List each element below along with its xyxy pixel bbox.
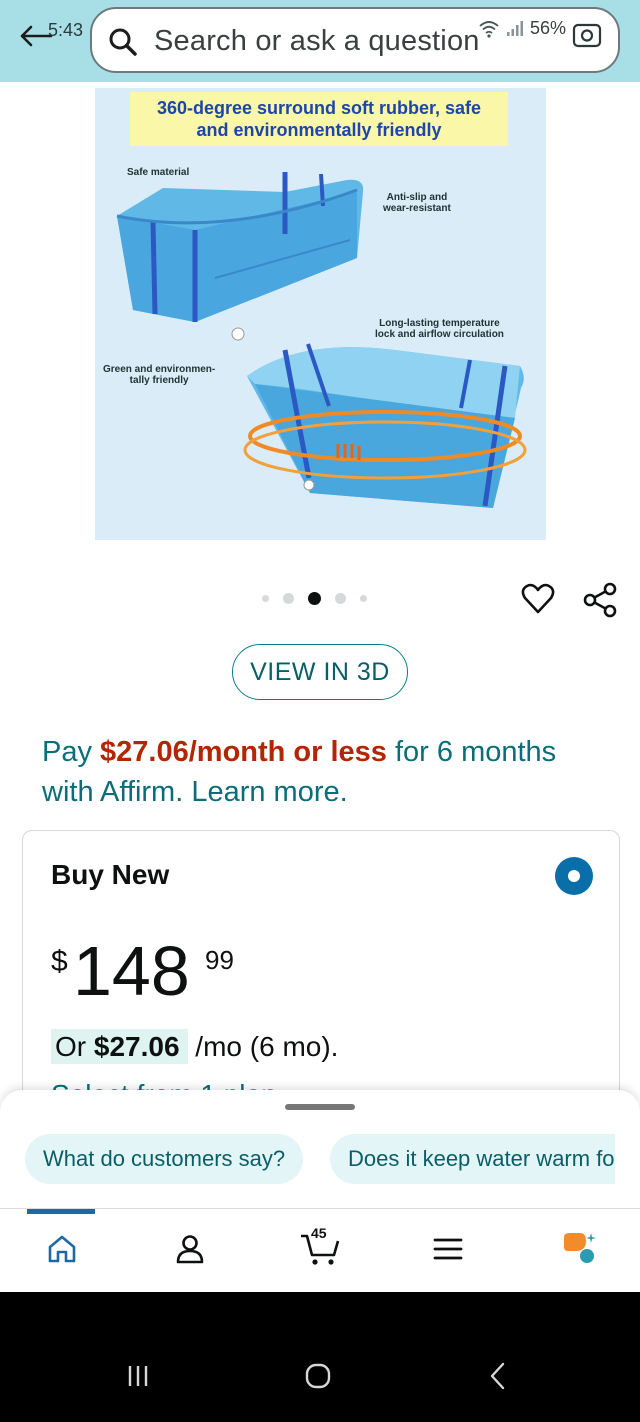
lens-icon[interactable] [572,22,602,48]
monthly-amount-highlight: Or $27.06 [51,1029,188,1064]
home-circle-icon [305,1363,331,1389]
monthly-amount: $27.06 [93,1031,180,1062]
rufus-icon [564,1233,596,1263]
header: 5:43 Search or ask a question 56% [0,0,640,82]
carousel-dot-active[interactable] [308,592,321,605]
back-system-button[interactable] [478,1356,518,1396]
system-nav-bar [0,1292,640,1422]
account-icon [176,1235,204,1264]
carousel-dot[interactable] [335,593,346,604]
nav-home[interactable] [40,1227,84,1271]
carousel-dot[interactable] [262,595,269,602]
monthly-suffix: /mo (6 mo). [187,1031,339,1062]
share-icon[interactable] [582,582,618,618]
affirm-financing-text[interactable]: Pay $27.06/month or less for 6 months wi… [42,732,612,812]
back-chevron-icon [490,1362,505,1390]
wifi-icon [479,20,499,38]
monthly-price: Or $27.06 /mo (6 mo). [51,1029,339,1064]
home-icon [48,1235,76,1263]
carousel-dots[interactable] [262,592,367,605]
buy-new-box[interactable]: Buy New $ 148 99 Or $27.06 /mo (6 mo). S… [22,830,620,1120]
affirm-prefix: Pay [42,736,101,768]
search-icon [109,28,137,56]
status-indicators: 56% [478,18,566,39]
suggestion-chip[interactable]: What do customers say? [25,1134,304,1184]
monthly-prefix: Or [55,1031,94,1062]
search-input[interactable]: Search or ask a question [90,7,620,73]
nav-account[interactable] [168,1227,212,1271]
price-symbol: $ [51,945,68,978]
nav-rufus[interactable] [556,1227,600,1271]
status-time: 5:43 [48,20,84,40]
signal-icon [507,20,523,36]
page: 5:43 Search or ask a question 56% 360-de… [0,0,640,1422]
cart-count: 45 [311,1225,327,1241]
sheet-drag-handle[interactable] [285,1104,355,1110]
home-system-button[interactable] [298,1356,338,1396]
buy-new-title: Buy New [51,859,170,890]
carousel-dot[interactable] [360,595,367,602]
bottom-nav: 45 [0,1208,640,1292]
active-tab-indicator [27,1209,95,1214]
affirm-amount: $27.06/month or less [100,736,387,768]
price-whole: 148 [73,932,190,1010]
product-image[interactable]: 360-degree surround soft rubber, safe an… [95,88,546,540]
suggestion-chip[interactable]: Does it keep water warm fo [330,1134,615,1184]
recents-button[interactable] [118,1356,158,1396]
view-in-3d-button[interactable]: VIEW IN 3D [232,644,408,700]
search-placeholder: Search or ask a question [154,25,480,57]
heart-icon[interactable] [521,582,555,616]
rufus-suggestion-sheet: What do customers say? Does it keep wate… [0,1090,640,1208]
price-fraction: 99 [205,945,234,975]
battery-percent: 56% [530,18,567,38]
recents-icon [128,1366,148,1386]
bathtub-illustration [116,172,527,508]
carousel-dot[interactable] [283,593,294,604]
buy-new-radio[interactable] [555,857,593,895]
menu-icon [433,1238,463,1260]
nav-cart[interactable]: 45 [298,1225,342,1271]
nav-menu[interactable] [426,1227,470,1271]
